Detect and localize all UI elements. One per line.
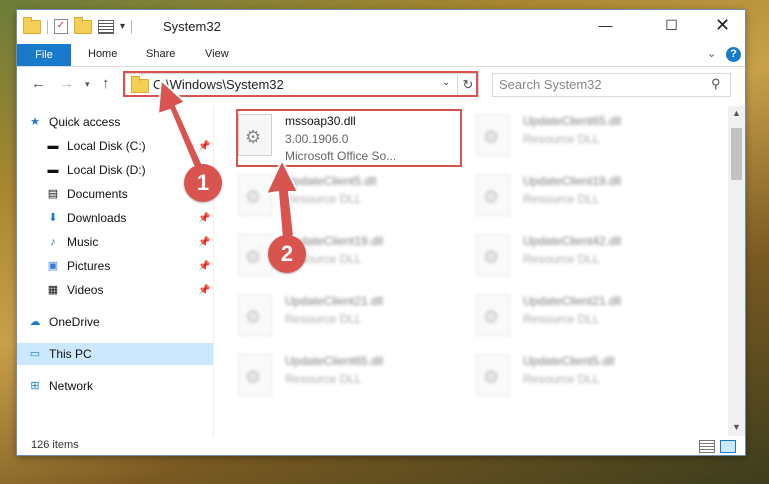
arrow-1 (156, 77, 206, 174)
annotation-arrows (156, 77, 300, 240)
step-1-badge: 1 (184, 164, 222, 202)
step-2-badge: 2 (268, 235, 306, 273)
arrow-2 (264, 157, 300, 240)
